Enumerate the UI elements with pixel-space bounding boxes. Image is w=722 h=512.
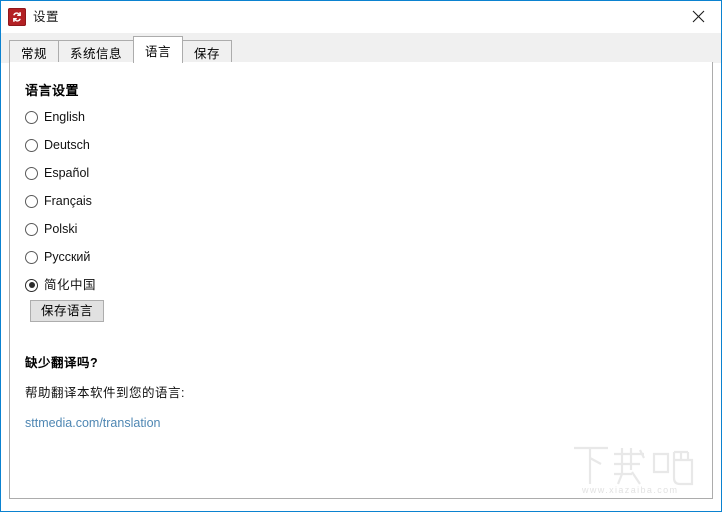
radio-icon: [25, 195, 38, 208]
close-icon: [692, 10, 705, 23]
radio-option-deutsch[interactable]: Deutsch: [25, 131, 90, 159]
tab-system-info[interactable]: 系统信息: [58, 40, 134, 63]
radio-option-espanol[interactable]: Español: [25, 159, 89, 187]
translation-help-block: 缺少翻译吗? 帮助翻译本软件到您的语言: sttmedia.com/transl…: [25, 352, 425, 432]
tab-content-panel: 语言设置 English Deutsch Español Français: [9, 62, 713, 499]
radio-option-francais[interactable]: Français: [25, 187, 92, 215]
tab-general-label: 常规: [21, 43, 47, 62]
app-icon-refresh-sync-icon: [8, 8, 26, 26]
watermark: www.xiazaiba.com: [570, 444, 702, 496]
radio-option-simplified-chinese[interactable]: 简化中国: [25, 271, 96, 299]
sync-arrows-icon: [8, 8, 26, 26]
radio-label: Español: [44, 167, 89, 180]
radio-option-russian[interactable]: Русский: [25, 243, 90, 271]
radio-icon: [25, 251, 38, 264]
radio-label: Deutsch: [44, 139, 90, 152]
title-bar: 设置: [1, 1, 721, 33]
tab-general[interactable]: 常规: [9, 40, 59, 63]
radio-label: Français: [44, 195, 92, 208]
radio-icon: [25, 111, 38, 124]
radio-label: 简化中国: [44, 279, 96, 292]
tab-language-label: 语言: [145, 41, 171, 60]
radio-label: Русский: [44, 251, 90, 264]
window-controls: [676, 1, 721, 33]
radio-option-english[interactable]: English: [25, 103, 85, 131]
radio-option-polski[interactable]: Polski: [25, 215, 77, 243]
tab-list: 常规 系统信息 语言 保存: [9, 33, 231, 63]
save-language-button[interactable]: 保存语言: [30, 300, 104, 322]
tab-language[interactable]: 语言: [133, 36, 183, 63]
translation-description: 帮助翻译本软件到您的语言:: [25, 382, 425, 401]
tab-save[interactable]: 保存: [182, 40, 232, 63]
settings-window: 设置 常规 系统信息 语言: [0, 0, 722, 512]
language-settings-heading: 语言设置: [25, 80, 79, 99]
tab-save-label: 保存: [194, 43, 220, 62]
watermark-logo-icon: [570, 444, 702, 488]
watermark-url-text: www.xiazaiba.com: [582, 485, 678, 495]
language-settings-content: 语言设置 English Deutsch Español Français: [10, 62, 712, 498]
radio-icon: [25, 167, 38, 180]
radio-icon: [25, 139, 38, 152]
tab-system-info-label: 系统信息: [70, 43, 122, 62]
radio-label: Polski: [44, 223, 77, 236]
close-button[interactable]: [676, 1, 721, 32]
translation-link[interactable]: sttmedia.com/translation: [25, 416, 160, 430]
translation-heading: 缺少翻译吗?: [25, 352, 425, 371]
radio-label: English: [44, 111, 85, 124]
radio-icon-selected: [25, 279, 38, 292]
language-radio-group: English Deutsch Español Français Polski: [25, 103, 325, 299]
window-title: 设置: [33, 11, 59, 24]
radio-icon: [25, 223, 38, 236]
tab-strip: 常规 系统信息 语言 保存: [1, 33, 721, 63]
